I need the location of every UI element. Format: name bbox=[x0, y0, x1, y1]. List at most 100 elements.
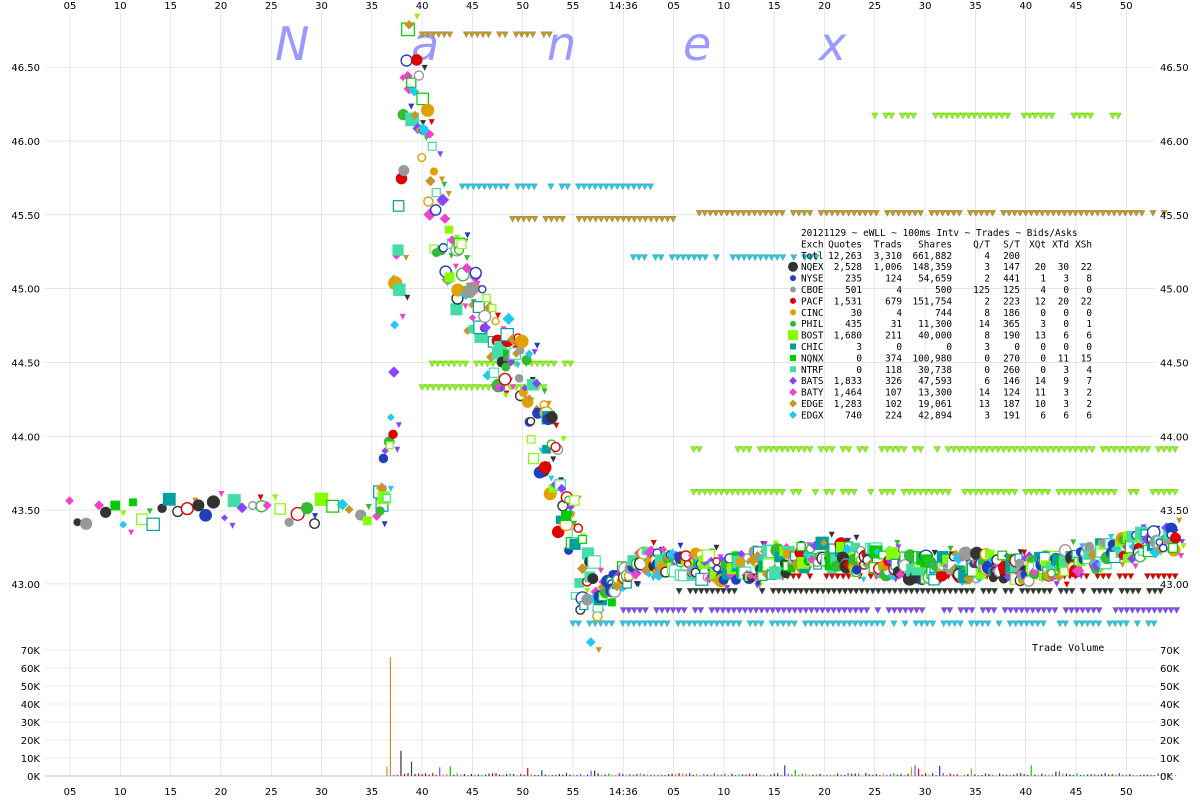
legend-marker bbox=[790, 343, 796, 350]
legend-marker bbox=[790, 320, 796, 327]
legend-header-cell: Q/T bbox=[973, 239, 990, 250]
legend-cell: 1,531 bbox=[834, 296, 863, 307]
volume-tick-label-right: 60K bbox=[1160, 664, 1180, 675]
price-tick-label-right: 45.50 bbox=[1160, 211, 1189, 222]
x-tick-label-top: 25 bbox=[868, 1, 881, 12]
trade-marker bbox=[450, 303, 463, 316]
legend-cell: BOST bbox=[801, 331, 824, 342]
x-tick-label-bottom: 45 bbox=[1070, 787, 1083, 798]
legend-cell: CINC bbox=[801, 308, 824, 319]
trade-marker bbox=[129, 498, 137, 507]
x-tick-label-bottom: 50 bbox=[516, 787, 529, 798]
x-tick-label-bottom: 10 bbox=[114, 787, 127, 798]
legend-cell: NQEX bbox=[801, 262, 824, 273]
trade-marker bbox=[393, 283, 406, 296]
trade-marker bbox=[438, 242, 449, 253]
x-tick-label-bottom: 50 bbox=[1120, 787, 1133, 798]
trade-marker bbox=[135, 513, 148, 526]
legend-cell: 501 bbox=[845, 285, 862, 296]
trade-marker bbox=[592, 611, 603, 622]
x-tick-label-bottom: 15 bbox=[164, 787, 177, 798]
legend-cell: 3 bbox=[984, 410, 990, 421]
volume-tick-label-left: 50K bbox=[21, 682, 41, 693]
trade-marker bbox=[1168, 543, 1178, 553]
legend-marker bbox=[790, 275, 796, 282]
trade-marker bbox=[527, 452, 540, 465]
legend-cell: 102 bbox=[885, 399, 902, 410]
legend-cell: 11,300 bbox=[918, 319, 952, 330]
trade-marker bbox=[1046, 568, 1056, 578]
x-tick-label-top: 35 bbox=[365, 1, 378, 12]
trade-marker bbox=[851, 565, 862, 575]
legend-cell: 54,659 bbox=[918, 274, 952, 285]
legend-cell: 2 bbox=[984, 296, 990, 307]
legend-cell: 187 bbox=[1003, 399, 1020, 410]
trade-marker bbox=[515, 334, 529, 349]
x-tick-label-top: 50 bbox=[516, 1, 529, 12]
legend-marker bbox=[790, 354, 796, 361]
x-tick-label-bottom: 05 bbox=[667, 787, 680, 798]
x-tick-label-top: 40 bbox=[1019, 1, 1032, 12]
price-tick-label-left: 46.50 bbox=[11, 63, 40, 74]
legend-cell: 260 bbox=[1003, 365, 1020, 376]
x-tick-label-top: 15 bbox=[164, 1, 177, 12]
trade-marker bbox=[498, 372, 512, 386]
legend-cell: 1,283 bbox=[834, 399, 862, 410]
legend-cell: 4 bbox=[896, 285, 902, 296]
volume-axis-label: Trade Volume bbox=[1032, 643, 1104, 654]
trade-marker bbox=[162, 492, 176, 506]
legend-cell: 124 bbox=[1003, 388, 1020, 399]
legend-cell: 3 bbox=[1040, 319, 1046, 330]
trade-marker bbox=[713, 564, 722, 573]
legend-cell: 8 bbox=[1086, 274, 1092, 285]
legend-cell: 3 bbox=[1063, 274, 1069, 285]
legend-cell: 14 bbox=[1035, 376, 1047, 387]
legend-cell: 3 bbox=[984, 342, 990, 353]
x-tick-label-top: 20 bbox=[215, 1, 228, 12]
legend-title: 20121129 ~ eWLL ~ 100ms Intv ~ Trades ~ … bbox=[801, 228, 1078, 239]
trade-marker bbox=[421, 103, 435, 117]
legend-cell: 3 bbox=[1063, 399, 1069, 410]
legend-cell: 9 bbox=[1063, 376, 1069, 387]
legend-cell: 42,894 bbox=[918, 410, 952, 421]
legend-cell: CHIC bbox=[801, 342, 824, 353]
legend-cell: 12 bbox=[1035, 296, 1046, 307]
legend-cell: 20 bbox=[1058, 296, 1070, 307]
price-tick-label-left: 46.00 bbox=[11, 137, 40, 148]
trade-marker bbox=[192, 499, 205, 512]
legend-cell: 20 bbox=[1035, 262, 1047, 273]
trade-marker bbox=[410, 54, 423, 66]
x-tick-label-top: 30 bbox=[315, 1, 328, 12]
legend-cell: 2 bbox=[984, 274, 990, 285]
legend-cell: 0 bbox=[1063, 285, 1069, 296]
legend-cell: 2 bbox=[1086, 399, 1092, 410]
price-tick-label-left: 43.00 bbox=[11, 580, 40, 591]
legend-cell: 1 bbox=[1040, 274, 1046, 285]
trade-marker bbox=[431, 188, 441, 198]
x-tick-label-top: 45 bbox=[1070, 1, 1083, 12]
legend-cell: 13,300 bbox=[918, 388, 952, 399]
legend-cell: 190 bbox=[1003, 331, 1020, 342]
trade-marker bbox=[456, 239, 467, 250]
legend-cell: 22 bbox=[1081, 296, 1092, 307]
legend-cell: 0 bbox=[984, 353, 990, 364]
x-tick-label-top: 20 bbox=[818, 1, 831, 12]
trade-marker bbox=[478, 284, 487, 294]
x-tick-label-top: 25 bbox=[265, 1, 278, 12]
x-tick-label-bottom: 20 bbox=[818, 787, 831, 798]
legend-cell: 30,738 bbox=[918, 365, 952, 376]
price-tick-label-right: 43.50 bbox=[1160, 506, 1189, 517]
volume-tick-label-right: 20K bbox=[1160, 736, 1180, 747]
legend-cell: 435 bbox=[845, 319, 862, 330]
legend-cell: 6 bbox=[984, 376, 990, 387]
price-tick-label-left: 43.50 bbox=[11, 506, 40, 517]
legend-cell: 3 bbox=[1063, 388, 1069, 399]
legend-cell: 2 bbox=[1086, 388, 1092, 399]
trade-marker bbox=[382, 494, 391, 503]
x-tick-label-top: 55 bbox=[567, 1, 580, 12]
legend-cell: 0 bbox=[1014, 342, 1020, 353]
legend-cell: BATY bbox=[801, 388, 824, 399]
legend-cell: 0 bbox=[1040, 308, 1046, 319]
price-tick-label-left: 45.00 bbox=[11, 285, 40, 296]
legend-cell: 6 bbox=[1086, 410, 1092, 421]
